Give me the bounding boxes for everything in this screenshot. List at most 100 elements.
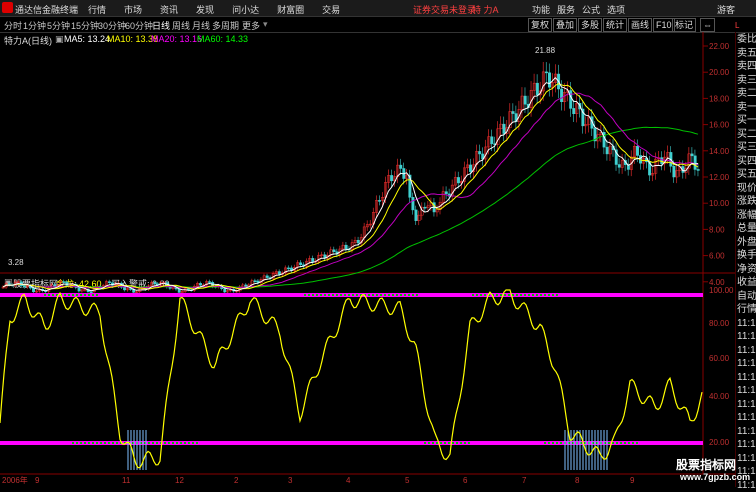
candle-body [696, 169, 700, 171]
menu-news[interactable]: 资讯 [160, 3, 178, 16]
adjust-button[interactable]: 复权 [528, 18, 553, 32]
quote-field-label: 11:1 [737, 439, 756, 450]
menu-options[interactable]: 选项 [607, 3, 625, 16]
upper-band-dot [544, 294, 546, 296]
menu-function[interactable]: 功能 [532, 3, 550, 16]
ma5-line [2, 76, 699, 292]
lower-band-dot [92, 442, 94, 444]
lower-band-dot [428, 442, 430, 444]
candle-body [22, 285, 26, 288]
menu-trade[interactable]: 交易 [322, 3, 340, 16]
time-axis-label: 9 [630, 476, 635, 485]
period-multi[interactable]: 多周期 [212, 19, 239, 32]
period-timeshare[interactable]: 分时 [4, 19, 22, 32]
upper-band-dot [532, 294, 534, 296]
candle-body [672, 165, 676, 178]
price-axis-label: 12.00 [709, 173, 730, 182]
menu-wealth[interactable]: 财富圈 [277, 3, 304, 16]
candle-body [62, 281, 66, 283]
candle-body [693, 155, 697, 170]
upper-band-dot [320, 294, 322, 296]
candle-body [7, 283, 11, 286]
lower-band-dot [72, 442, 74, 444]
upper-band-dot [88, 294, 90, 296]
login-warning[interactable]: 证券交易未登录 [413, 3, 476, 16]
indicator-axis-label: 40.00 [709, 392, 730, 401]
lower-band-dot [448, 442, 450, 444]
low-annotation: 3.28 [8, 258, 24, 267]
menu-quotes[interactable]: 行情 [88, 3, 106, 16]
price-axis-label: 14.00 [709, 147, 730, 156]
candle-body [511, 111, 515, 114]
lower-band-dot [184, 442, 186, 444]
menu-discover[interactable]: 发现 [196, 3, 214, 16]
ma60-line [2, 126, 699, 288]
price-axis-label: 6.00 [709, 252, 725, 261]
time-axis-label: 4 [346, 476, 351, 485]
lower-band-dot [84, 442, 86, 444]
lower-band-dot [192, 442, 194, 444]
upper-band-dot [324, 294, 326, 296]
upper-band-dot [476, 294, 478, 296]
quote-field-label: 11:1 [737, 331, 756, 342]
upper-band-dot [380, 294, 382, 296]
candle-body [89, 291, 93, 293]
period-monthly[interactable]: 月线 [192, 19, 210, 32]
candle-body [660, 157, 664, 165]
chart-canvas[interactable]: 22.00 20.00 18.00 16.00 14.00 12.00 10.00 8.00 6… [0, 32, 735, 487]
upper-band-dot [412, 294, 414, 296]
period-30min[interactable]: 30分钟 [98, 19, 126, 32]
ma20-line [2, 92, 699, 289]
upper-band-dot [316, 294, 318, 296]
upper-band-dot [336, 294, 338, 296]
title-bar: 通达信金融终端 行情 市场 资讯 发现 问小达 财富圈 交易 证券交易未登录 特… [0, 0, 756, 17]
upper-band-dot [372, 294, 374, 296]
candle-body [299, 262, 303, 266]
upper-band-dot [536, 294, 538, 296]
lower-band-dot [156, 442, 158, 444]
quote-field-label: 卖五 [737, 47, 756, 59]
draw-line-button[interactable]: 画线 [628, 18, 653, 32]
lower-band-dot [432, 442, 434, 444]
more-arrow-icon[interactable]: ▾ [263, 19, 268, 30]
quote-field-label: 买五 [737, 169, 756, 180]
upper-band-line [0, 293, 703, 297]
lower-band-dot [116, 442, 118, 444]
candle-body [572, 108, 576, 114]
menu-formula[interactable]: 公式 [582, 3, 600, 16]
menu-ask[interactable]: 问小达 [232, 3, 259, 16]
lower-band-dot [176, 442, 178, 444]
upper-band-dot [528, 294, 530, 296]
lower-band-dot [552, 442, 554, 444]
period-more[interactable]: 更多 [242, 19, 260, 32]
overlay-button[interactable]: 叠加 [553, 18, 578, 32]
price-axis-label: 10.00 [709, 199, 730, 208]
candle-body [77, 287, 81, 292]
lower-band-dot [464, 442, 466, 444]
mark-button[interactable]: 标记 [672, 18, 697, 32]
period-1min[interactable]: 1分钟 [23, 19, 46, 32]
period-weekly[interactable]: 周线 [172, 19, 190, 32]
period-5min[interactable]: 5分钟 [47, 19, 70, 32]
menu-market[interactable]: 市场 [124, 3, 142, 16]
period-15min[interactable]: 15分钟 [71, 19, 99, 32]
upper-band-dot [540, 294, 542, 296]
quote-field-label: 涨幅 [737, 209, 756, 221]
current-stock: 特 力A [472, 5, 499, 15]
lower-band-dot [104, 442, 106, 444]
period-daily[interactable]: 日线 [152, 19, 170, 32]
lower-band-dot [112, 442, 114, 444]
more-tools-icon[interactable]: ⇔ [700, 18, 715, 32]
quote-field-label: 涨跌 [737, 196, 756, 207]
app-logo-icon [2, 2, 13, 13]
period-60min[interactable]: 60分钟 [125, 19, 153, 32]
upper-band-dot [552, 294, 554, 296]
candle-body [153, 282, 157, 285]
menu-service[interactable]: 服务 [557, 3, 575, 16]
upper-band-dot [388, 294, 390, 296]
upper-band-dot [500, 294, 502, 296]
guest-user[interactable]: 游客 [717, 3, 735, 16]
upper-band-dot [368, 294, 370, 296]
stats-button[interactable]: 统计 [603, 18, 628, 32]
multi-stock-button[interactable]: 多股 [578, 18, 603, 32]
